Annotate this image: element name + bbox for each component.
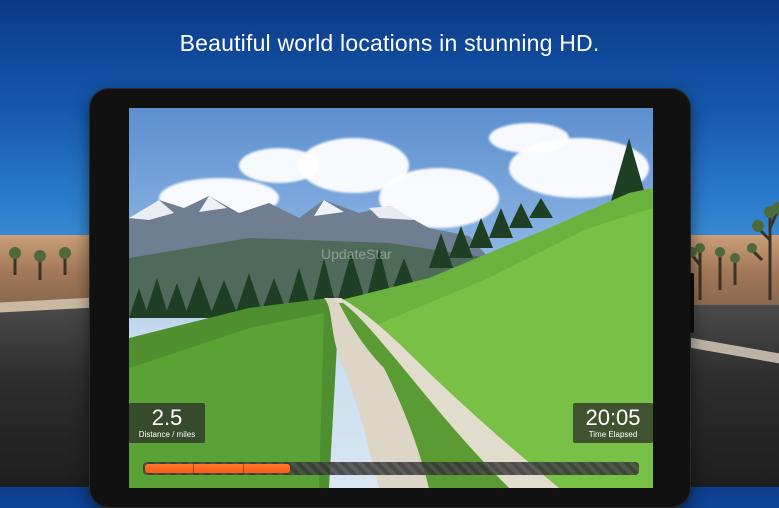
headline: Beautiful world locations in stunning HD… xyxy=(179,30,600,56)
time-value: 20:05 xyxy=(585,405,641,430)
distance-stat: 2.5 Distance / miles xyxy=(129,403,205,443)
time-label: Time Elapsed xyxy=(588,430,638,439)
distance-value: 2.5 xyxy=(151,405,183,430)
watermark: UpdateStar xyxy=(321,246,392,262)
progress-tick xyxy=(243,464,244,473)
distance-label: Distance / miles xyxy=(138,430,196,439)
tablet-side-button xyxy=(690,273,694,333)
time-stat: 20:05 Time Elapsed xyxy=(573,403,653,443)
progress-tick xyxy=(193,464,194,473)
tablet-device: UpdateStar 2.5 Distance / miles 20:05 Ti… xyxy=(89,88,694,508)
ride-video-screen[interactable]: UpdateStar 2.5 Distance / miles 20:05 Ti… xyxy=(129,108,653,488)
ride-progress-bar[interactable] xyxy=(143,462,639,475)
ride-progress-fill xyxy=(145,464,290,473)
